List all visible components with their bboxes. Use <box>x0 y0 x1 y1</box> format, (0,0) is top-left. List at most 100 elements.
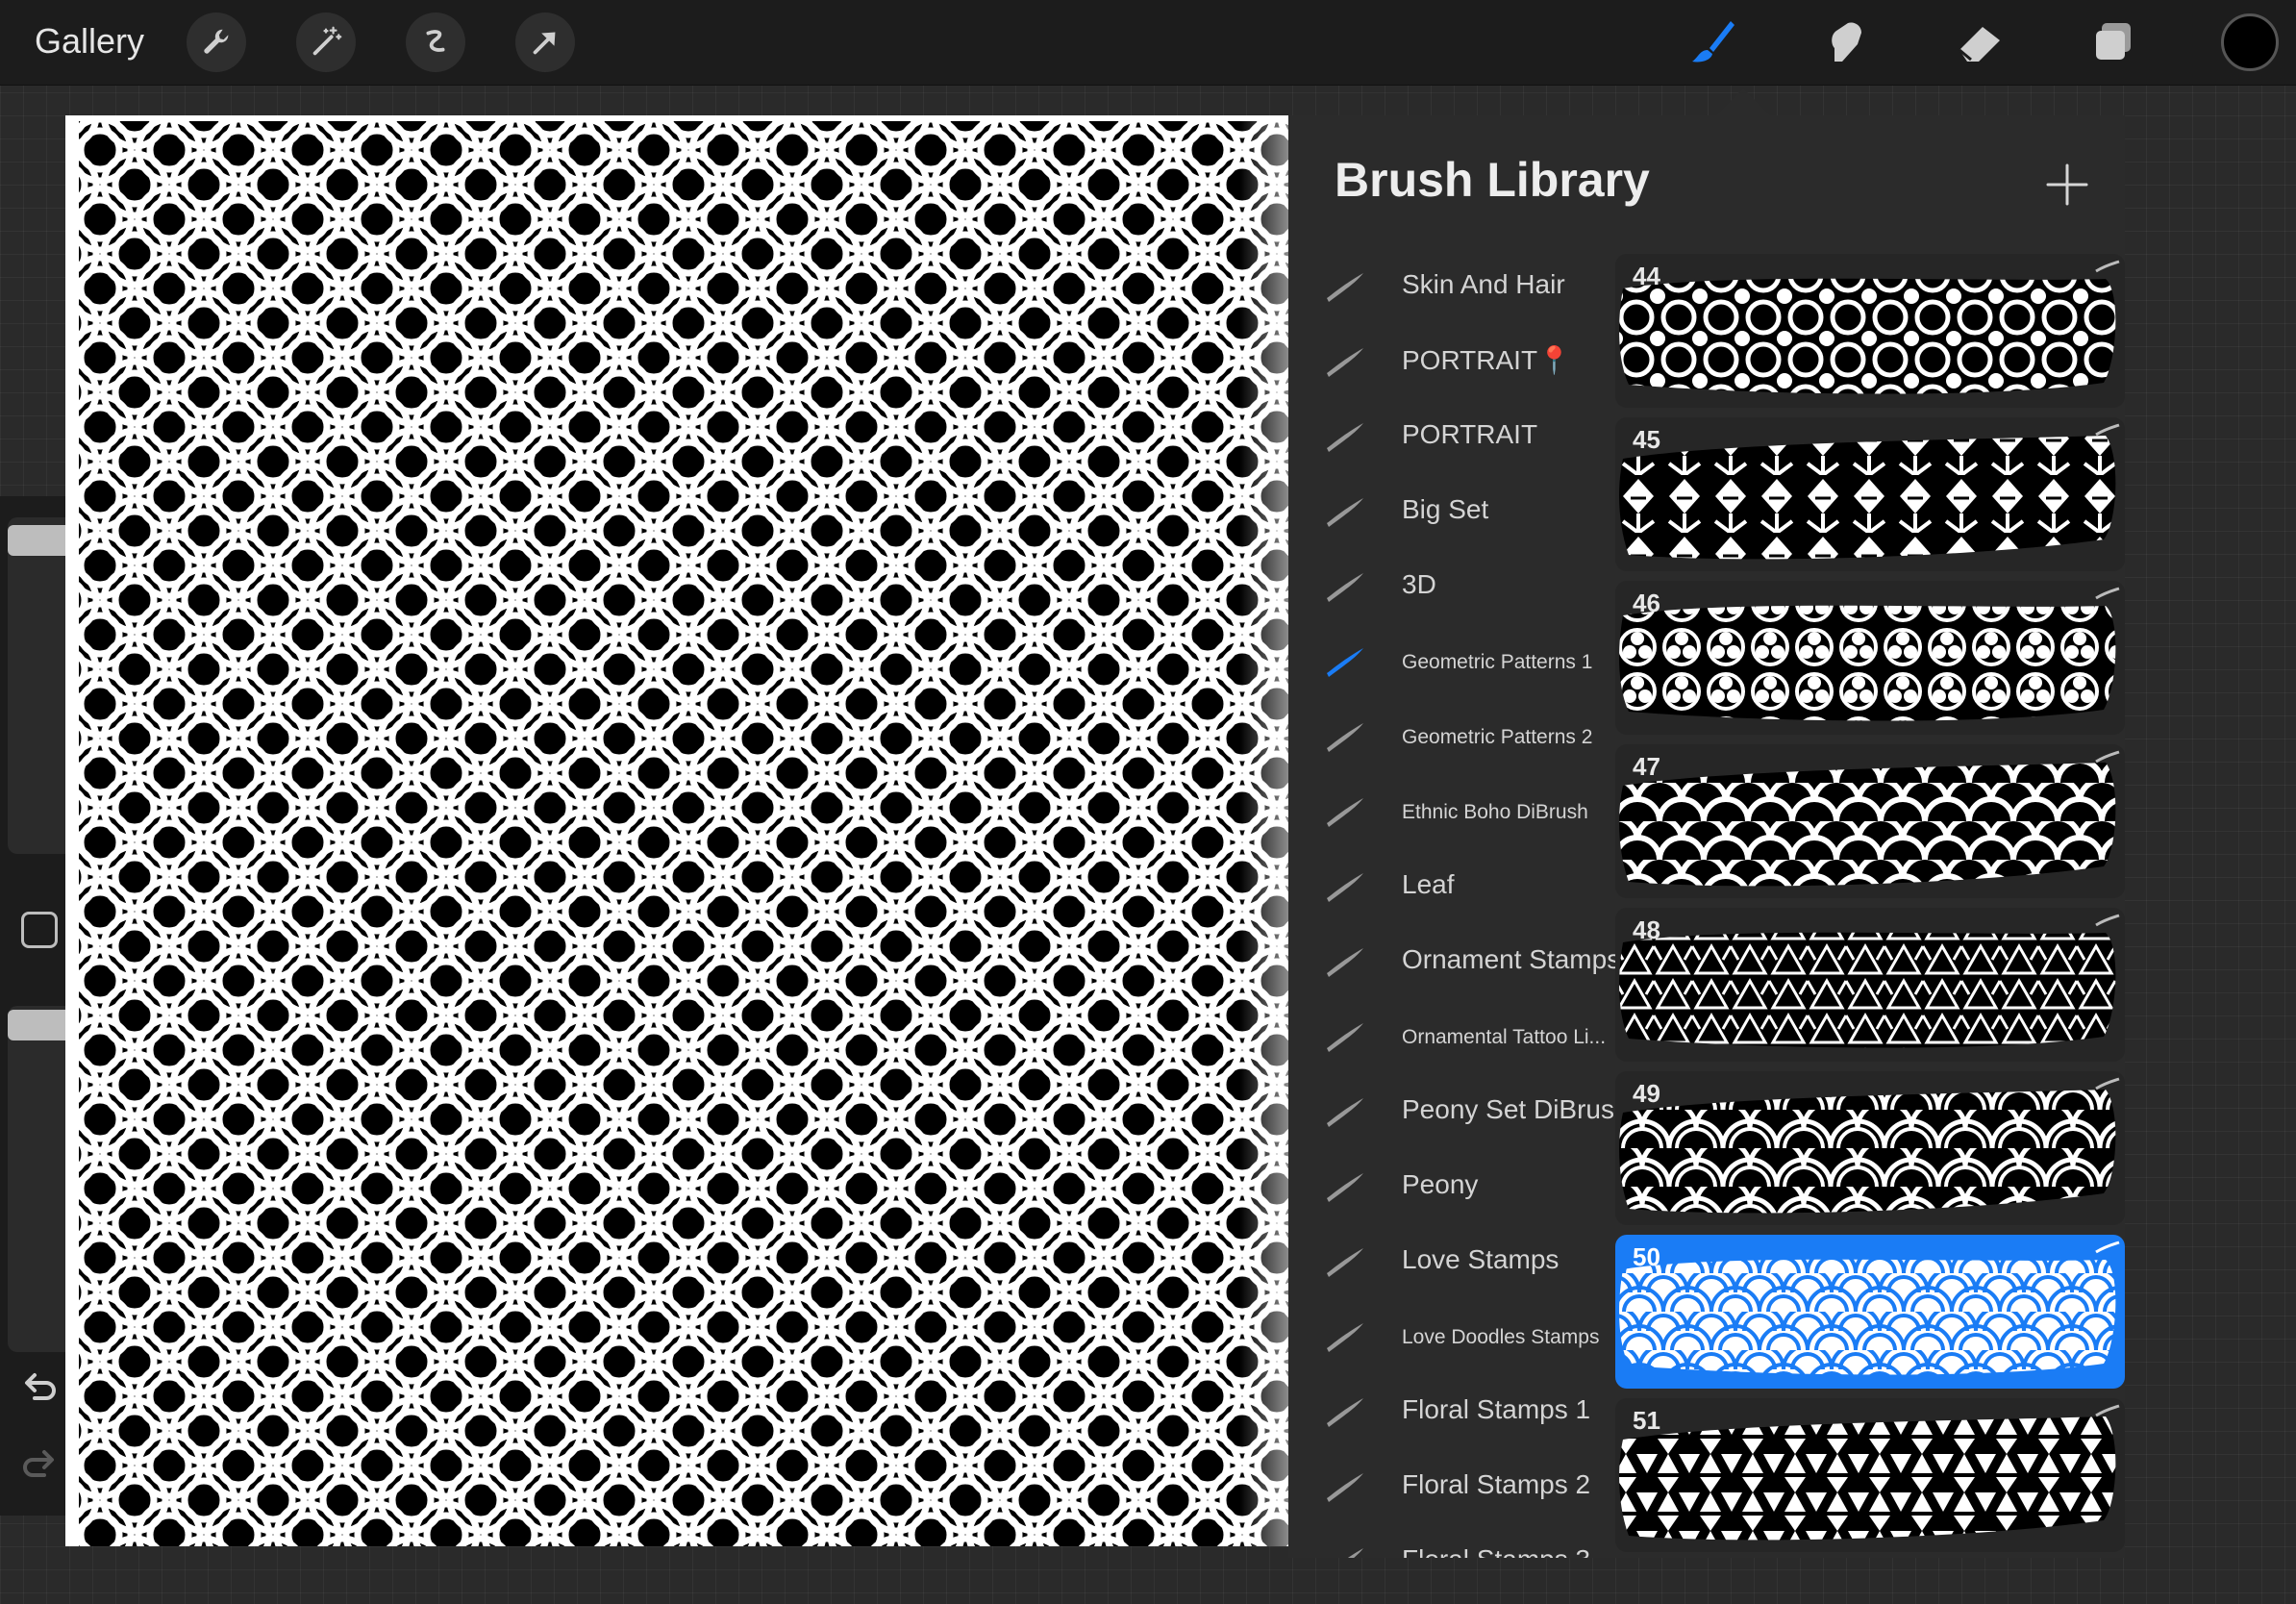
brush-stroke-icon <box>1327 948 1363 977</box>
brush-set-label: Love Stamps <box>1402 1244 1560 1274</box>
brush-set-label: Geometric Patterns 2 <box>1402 726 1593 748</box>
brush-stroke-icon <box>1347 1548 1363 1558</box>
smudge-icon[interactable] <box>1817 13 1875 71</box>
brush-set-item[interactable]: Peony <box>1288 1150 1615 1225</box>
brush-set-item[interactable]: Peony Set DiBrush <box>1288 1075 1630 1150</box>
eraser-icon[interactable] <box>1952 13 2009 71</box>
brush-stroke-icon <box>1327 873 1363 902</box>
brush-set-label: Peony <box>1402 1169 1479 1199</box>
brush-stroke-preview <box>1619 423 2120 560</box>
gallery-button[interactable]: Gallery <box>35 21 144 62</box>
brush-stroke-icon <box>1327 1323 1363 1352</box>
brush-number: 50 <box>1633 1242 1660 1271</box>
brush-card[interactable]: 45 <box>1615 417 2125 571</box>
brush-set-item[interactable]: Ethnic Boho DiBrush <box>1288 775 1615 850</box>
brush-stroke-icon <box>1327 573 1363 602</box>
panel-pointer <box>1716 88 1770 115</box>
redo-icon[interactable] <box>15 1439 63 1487</box>
brush-stroke-preview <box>1619 587 2120 721</box>
brush-stroke-icon <box>1327 798 1363 827</box>
brush-number: 44 <box>1633 262 1660 290</box>
selection-icon[interactable] <box>406 13 465 72</box>
seigaiha-pattern <box>65 115 1288 1546</box>
brush-card[interactable]: 49 <box>1615 1071 2125 1225</box>
brush-set-label: Ornament Stamps <box>1402 944 1621 974</box>
brush-set-item[interactable]: Ornament Stamps <box>1288 925 1620 1000</box>
color-picker-button[interactable] <box>2221 13 2279 71</box>
brush-set-item[interactable]: Floral Stamps 1 <box>1288 1375 1615 1450</box>
brush-set-item[interactable]: Floral Stamps 3 <box>1288 1525 1615 1558</box>
brush-set-label: 3D <box>1402 569 1436 599</box>
transform-icon[interactable] <box>515 13 575 72</box>
brush-set-label: Love Doodles Stamps <box>1402 1326 1600 1348</box>
brush-stroke-icon <box>1327 498 1363 527</box>
modify-button[interactable] <box>21 912 58 948</box>
layers-icon[interactable] <box>2084 13 2142 71</box>
brush-stroke-preview <box>1619 914 2120 1048</box>
brush-stroke-icon <box>1327 1398 1363 1427</box>
brush-card[interactable]: 48 <box>1615 908 2125 1062</box>
undo-icon[interactable] <box>15 1362 63 1410</box>
brush-set-label: PORTRAIT📍 <box>1402 345 1571 375</box>
brush-set-label: Floral Stamps 1 <box>1402 1394 1591 1424</box>
drawing-canvas[interactable] <box>65 115 1288 1546</box>
brush-stroke-preview <box>1619 750 2120 887</box>
brush-stroke-icon <box>1327 648 1363 677</box>
brush-set-item[interactable]: Ornamental Tattoo Li... <box>1288 1000 1615 1075</box>
brush-card[interactable]: 44 <box>1615 254 2125 408</box>
brush-stroke-icon <box>1327 723 1363 752</box>
brush-set-label: Floral Stamps 2 <box>1402 1469 1591 1499</box>
brush-number: 48 <box>1633 915 1660 944</box>
brush-set-item[interactable]: Geometric Patterns 1 <box>1288 625 1615 700</box>
plus-icon[interactable] <box>2038 156 2096 213</box>
brush-set-label: Geometric Patterns 1 <box>1402 651 1593 673</box>
brush-stroke-preview <box>1619 1241 2120 1375</box>
brush-set-item[interactable]: Love Stamps <box>1288 1225 1615 1300</box>
brush-stroke-icon <box>1327 1248 1363 1277</box>
brush-set-label: PORTRAIT <box>1402 419 1538 449</box>
brush-set-label: Peony Set DiBrush <box>1402 1094 1630 1124</box>
brush-set-item[interactable]: Floral Stamps 2 <box>1288 1450 1615 1525</box>
brush-card[interactable]: 47 <box>1615 744 2125 898</box>
brush-library-panel: Brush Library Skin And Hair PORTRAIT📍 PORT… <box>1288 115 2125 1558</box>
brush-number: 47 <box>1633 752 1660 781</box>
wrench-icon[interactable] <box>187 13 246 72</box>
brush-set-item[interactable]: 3D <box>1288 550 1615 625</box>
brush-stroke-preview <box>1619 260 2120 394</box>
brush-stroke-icon <box>1327 1023 1363 1052</box>
brush-card[interactable]: 46 <box>1615 581 2125 735</box>
brush-set-item[interactable]: PORTRAIT <box>1288 400 1615 475</box>
brush-set-label: Leaf <box>1402 869 1455 899</box>
brush-set-item[interactable]: PORTRAIT📍 <box>1288 325 1615 400</box>
brush-icon[interactable] <box>1685 13 1742 71</box>
brush-stroke-icon <box>1327 1473 1363 1502</box>
brush-number: 45 <box>1633 425 1660 454</box>
brush-size-thumb[interactable] <box>8 525 73 556</box>
brush-card[interactable]: 50 <box>1615 1235 2125 1389</box>
brush-number: 51 <box>1633 1406 1660 1435</box>
brush-set-label: Big Set <box>1402 494 1489 524</box>
brush-set-item[interactable]: Love Doodles Stamps <box>1288 1300 1615 1375</box>
brush-stroke-icon <box>1327 273 1363 302</box>
brush-stroke-icon <box>1327 1098 1363 1127</box>
brush-set-item[interactable]: Leaf <box>1288 850 1615 925</box>
panel-title: Brush Library <box>1335 153 1650 207</box>
top-toolbar: Gallery <box>0 0 2296 86</box>
brush-stroke-icon <box>1327 348 1363 377</box>
brush-set-label: Ornamental Tattoo Li... <box>1402 1026 1607 1048</box>
brush-stroke-preview <box>1619 1404 2120 1541</box>
brush-card[interactable]: 51 <box>1615 1398 2125 1552</box>
brush-stroke-icon <box>1327 1173 1363 1202</box>
brush-set-label: Floral Stamps 3 <box>1402 1544 1590 1558</box>
brush-stroke-preview <box>1619 1077 2120 1214</box>
brush-set-item[interactable]: Big Set <box>1288 475 1615 550</box>
brush-set-item[interactable]: Skin And Hair <box>1288 250 1615 325</box>
brush-set-item[interactable]: Geometric Patterns 2 <box>1288 700 1615 775</box>
brush-number: 49 <box>1633 1079 1660 1108</box>
brush-number: 46 <box>1633 589 1660 617</box>
brush-set-label: Skin And Hair <box>1402 269 1565 299</box>
opacity-thumb[interactable] <box>8 1010 73 1040</box>
brush-stroke-icon <box>1327 423 1363 452</box>
magic-wand-icon[interactable] <box>296 13 356 72</box>
brush-set-label: Ethnic Boho DiBrush <box>1402 801 1588 823</box>
